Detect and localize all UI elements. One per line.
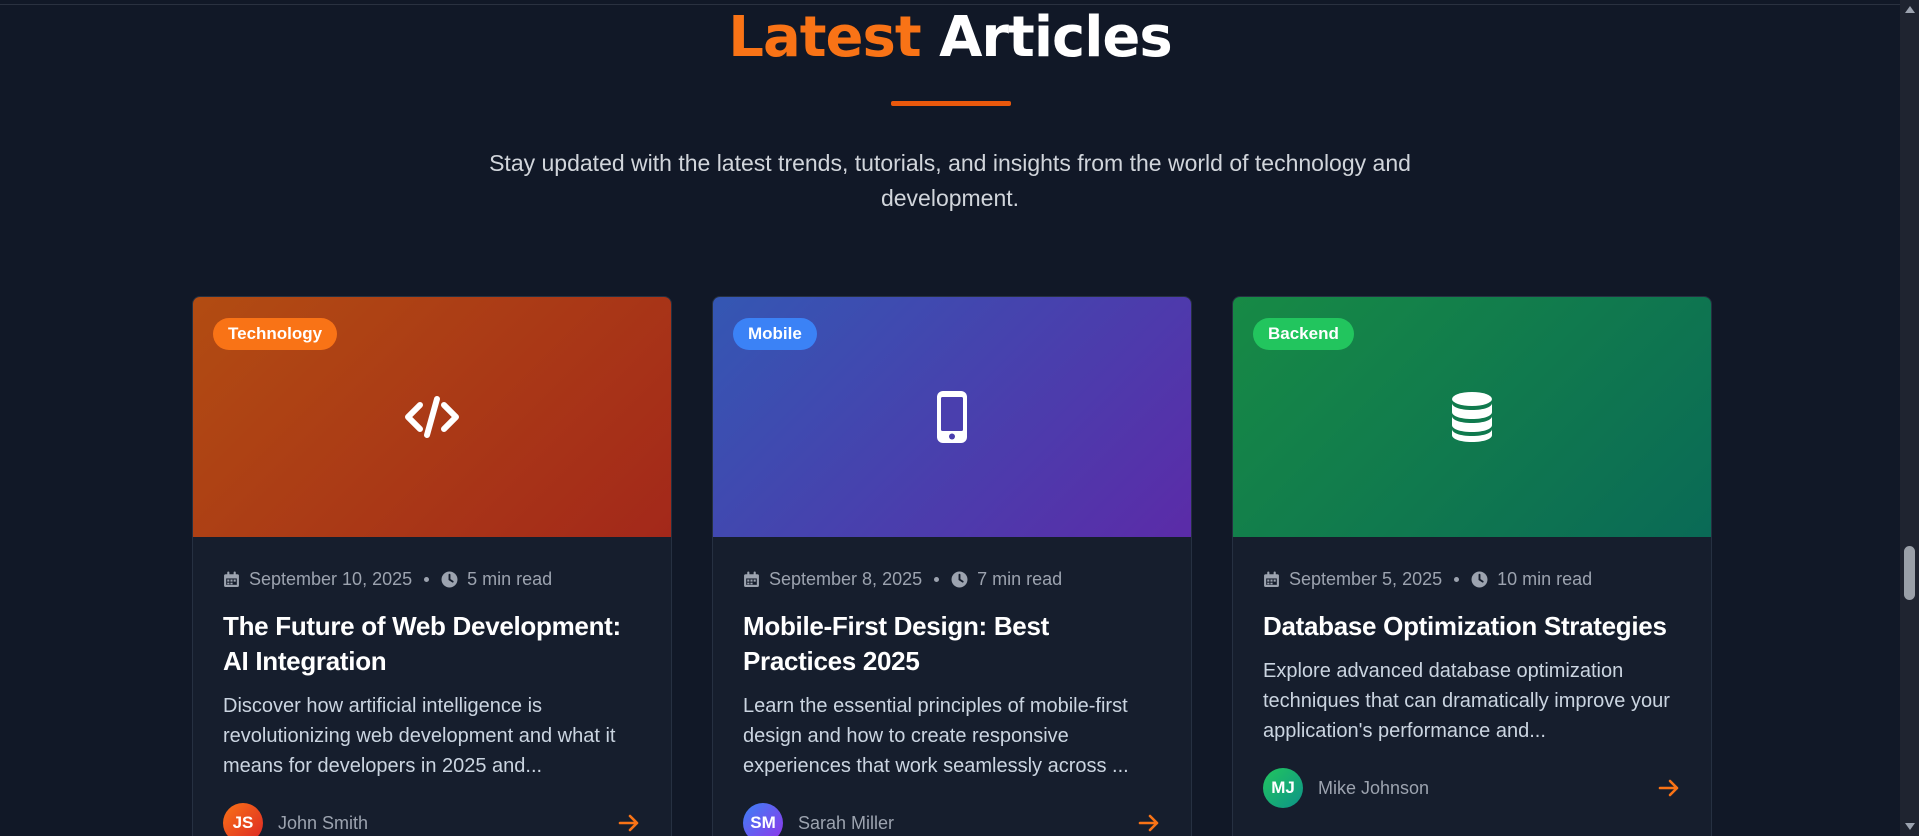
clock-icon [441,571,458,587]
calendar-icon [744,571,759,587]
article-meta: September 5, 2025 10 min read [1263,567,1681,591]
meta-separator [424,576,430,582]
article-title[interactable]: Mobile-First Design: Best Practices 2025 [743,609,1161,679]
article-card-mobile[interactable]: Mobile September 8, 2025 7 min read Mobi… [712,296,1192,836]
article-footer: MJ Mike Johnson [1263,768,1681,808]
arrow-right-icon[interactable] [1137,811,1161,835]
article-date: September 5, 2025 [1289,568,1443,589]
section-subtitle: Stay updated with the latest trends, tut… [489,150,1411,211]
article-excerpt: Learn the essential principles of mobile… [743,695,1129,777]
author-name: Mike Johnson [1318,777,1430,798]
article-excerpt: Discover how artificial intelligence is … [223,695,616,777]
article-hero: Mobile [713,297,1191,537]
clock-icon [1471,571,1488,587]
article-footer: JS John Smith [223,803,641,836]
meta-separator [934,576,940,582]
article-date: September 10, 2025 [249,568,413,589]
article-card-backend[interactable]: Backend September 5, 2025 10 min read Da… [1232,296,1712,836]
scroll-down-icon[interactable] [1905,823,1915,830]
arrow-right-icon[interactable] [617,811,641,835]
article-read-time: 7 min read [977,568,1063,589]
calendar-icon [1264,571,1279,587]
database-icon [1452,392,1492,442]
article-body: September 8, 2025 7 min read Mobile-Firs… [713,537,1191,781]
author-avatar: JS [223,803,263,836]
author-name: Sarah Miller [798,812,895,833]
article-card-technology[interactable]: Technology September 10, 2025 5 min read… [192,296,672,836]
section-title-accent: Latest [728,5,921,70]
section-title-rest: Articles [939,5,1173,70]
article-meta: September 10, 2025 5 min read [223,567,641,591]
article-read-time: 5 min read [467,568,553,589]
article-body: September 5, 2025 10 min read Database O… [1233,537,1711,746]
article-title[interactable]: The Future of Web Development: AI Integr… [223,609,641,679]
article-read-time: 10 min read [1497,568,1593,589]
author-name: John Smith [278,812,369,833]
article-footer: SM Sarah Miller [743,803,1161,836]
article-meta: September 8, 2025 7 min read [743,567,1161,591]
category-badge[interactable]: Backend [1253,318,1354,350]
article-hero: Backend [1233,297,1711,537]
clock-icon [951,571,968,587]
calendar-icon [224,571,239,587]
article-body: September 10, 2025 5 min read The Future… [193,537,671,781]
scroll-up-icon[interactable] [1905,6,1915,13]
section-title: Latest Articles [0,4,1900,72]
article-excerpt: Explore advanced database optimization t… [1263,660,1670,742]
article-date: September 8, 2025 [769,568,923,589]
title-underline [891,101,1011,106]
author-avatar: SM [743,803,783,836]
arrow-right-icon[interactable] [1657,776,1681,800]
mobile-phone-icon [937,391,967,443]
scroll-thumb[interactable] [1904,546,1915,600]
page-scrollbar[interactable] [1900,0,1919,836]
author-avatar: MJ [1263,768,1303,808]
meta-separator [1454,576,1460,582]
article-hero: Technology [193,297,671,537]
category-badge[interactable]: Technology [213,318,338,350]
code-icon [405,396,459,438]
latest-articles-page: Latest Articles Stay updated with the la… [0,0,1919,836]
article-title[interactable]: Database Optimization Strategies [1263,609,1681,644]
category-badge[interactable]: Mobile [733,318,817,350]
